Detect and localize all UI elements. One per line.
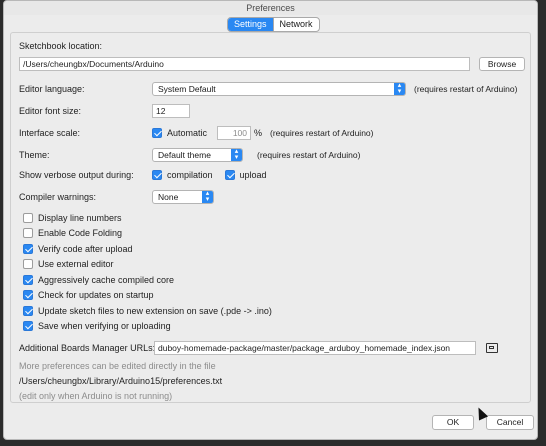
editor-language-select[interactable]: System Default ▴ ▾ <box>152 82 406 96</box>
editor-language-value: System Default <box>158 84 216 94</box>
theme-row: Theme: Default theme ▴ ▾ (requires restar… <box>19 148 360 162</box>
ok-button[interactable]: OK <box>432 415 474 430</box>
updown-chevron-icon: ▴ ▾ <box>394 83 405 95</box>
prefs-path-row: /Users/cheungbx/Library/Arduino15/prefer… <box>19 376 222 386</box>
option-label: Aggressively cache compiled core <box>38 275 175 285</box>
option-checkbox[interactable] <box>23 290 33 300</box>
window-title: Preferences <box>4 1 537 15</box>
updown-chevron-icon: ▴ ▾ <box>231 149 242 161</box>
option-enable-code-folding[interactable]: Enable Code Folding <box>23 228 122 238</box>
tab-settings[interactable]: Settings <box>228 18 273 31</box>
theme-select[interactable]: Default theme ▴ ▾ <box>152 148 243 162</box>
compilation-checkbox[interactable] <box>152 170 162 180</box>
boards-manager-label: Additional Boards Manager URLs: <box>19 343 156 353</box>
option-label: Use external editor <box>38 259 114 269</box>
option-aggressive-cache[interactable]: Aggressively cache compiled core <box>23 275 174 285</box>
boards-manager-input[interactable]: duboy-homemade-package/master/package_ar… <box>154 341 476 355</box>
cancel-button[interactable]: Cancel <box>486 415 534 430</box>
editor-language-label: Editor language: <box>19 84 85 94</box>
theme-label: Theme: <box>19 150 50 160</box>
editor-language-row: Editor language: System Default ▴ ▾ (requ… <box>19 82 517 96</box>
option-label: Enable Code Folding <box>38 228 123 238</box>
theme-note: (requires restart of Arduino) <box>257 150 361 160</box>
more-prefs-text: More preferences can be edited directly … <box>19 361 216 371</box>
verbose-row: Show verbose output during: compilation … <box>19 170 267 180</box>
tab-network[interactable]: Network <box>272 18 319 31</box>
option-label: Display line numbers <box>38 213 122 223</box>
option-checkbox[interactable] <box>23 321 33 331</box>
interface-scale-row: Interface scale: Automatic 100 % (requir… <box>19 126 373 140</box>
more-prefs-row: More preferences can be edited directly … <box>19 361 216 371</box>
scale-unit: % <box>254 128 263 138</box>
updown-chevron-icon: ▴ ▾ <box>202 191 213 203</box>
theme-value: Default theme <box>158 150 211 160</box>
option-use-external-editor[interactable]: Use external editor <box>23 259 114 269</box>
browse-button[interactable]: Browse <box>479 57 525 71</box>
sketchbook-row: Sketchbook location: <box>19 41 102 51</box>
tab-bar: Settings Network <box>227 17 320 32</box>
window-open-icon[interactable] <box>486 343 498 353</box>
compiler-warnings-row: Compiler warnings: None ▴ ▾ <box>19 190 214 204</box>
option-display-line-numbers[interactable]: Display line numbers <box>23 213 122 223</box>
option-save-when-verifying[interactable]: Save when verifying or uploading <box>23 321 171 331</box>
automatic-label: Automatic <box>167 128 208 138</box>
compiler-warnings-label: Compiler warnings: <box>19 192 97 202</box>
option-checkbox[interactable] <box>23 275 33 285</box>
font-size-row: Editor font size: 12 <box>19 104 190 118</box>
option-checkbox[interactable] <box>23 244 33 254</box>
scale-input[interactable]: 100 <box>217 126 251 140</box>
preferences-window: Preferences Settings Network Sketchbook … <box>3 0 538 440</box>
option-update-extension[interactable]: Update sketch files to new extension on … <box>23 306 272 316</box>
sketchbook-label: Sketchbook location: <box>19 41 103 51</box>
interface-scale-note: (requires restart of Arduino) <box>270 128 374 138</box>
font-size-input[interactable]: 12 <box>152 104 190 118</box>
interface-scale-label: Interface scale: <box>19 128 81 138</box>
compiler-warnings-value: None <box>158 192 179 202</box>
editor-language-note: (requires restart of Arduino) <box>414 84 518 94</box>
upload-label: upload <box>239 170 267 180</box>
option-checkbox[interactable] <box>23 228 33 238</box>
option-checkbox[interactable] <box>23 213 33 223</box>
option-check-updates[interactable]: Check for updates on startup <box>23 290 154 300</box>
sketchbook-path-input[interactable]: /Users/cheungbx/Documents/Arduino <box>19 57 470 71</box>
option-label: Check for updates on startup <box>38 290 154 300</box>
compilation-label: compilation <box>167 170 213 180</box>
option-checkbox[interactable] <box>23 306 33 316</box>
sketchbook-input-row: /Users/cheungbx/Documents/Arduino Browse <box>19 57 525 71</box>
boards-manager-row: Additional Boards Manager URLs: duboy-ho… <box>19 341 498 355</box>
verbose-label: Show verbose output during: <box>19 170 134 180</box>
option-label: Update sketch files to new extension on … <box>38 306 272 316</box>
edit-note-row: (edit only when Arduino is not running) <box>19 391 172 401</box>
option-label: Save when verifying or uploading <box>38 321 171 331</box>
automatic-checkbox[interactable] <box>152 128 162 138</box>
settings-panel: Sketchbook location: /Users/cheungbx/Doc… <box>10 32 531 403</box>
compiler-warnings-select[interactable]: None ▴ ▾ <box>152 190 214 204</box>
option-checkbox[interactable] <box>23 259 33 269</box>
font-size-label: Editor font size: <box>19 106 82 116</box>
option-verify-after-upload[interactable]: Verify code after upload <box>23 244 133 254</box>
edit-note-text: (edit only when Arduino is not running) <box>19 391 173 401</box>
prefs-path-text: /Users/cheungbx/Library/Arduino15/prefer… <box>19 376 223 386</box>
option-label: Verify code after upload <box>38 244 133 254</box>
upload-checkbox[interactable] <box>224 170 235 180</box>
